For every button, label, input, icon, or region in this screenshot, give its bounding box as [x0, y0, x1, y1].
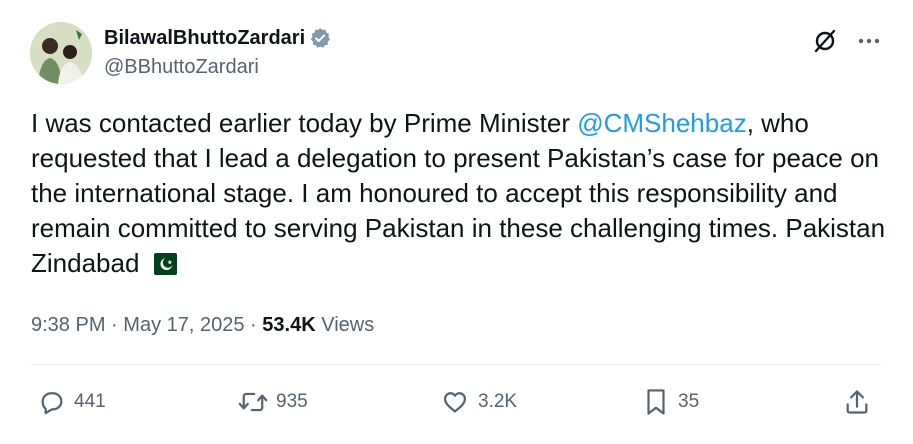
- more-options-icon[interactable]: [858, 38, 880, 44]
- repost-count: 935: [276, 391, 308, 412]
- views-label: Views: [321, 314, 375, 336]
- views-count: 53.4K: [262, 314, 316, 336]
- reply-count: 441: [74, 391, 106, 412]
- repost-button[interactable]: 935: [238, 384, 308, 420]
- mention-link[interactable]: @CMShehbaz: [577, 108, 746, 138]
- like-count: 3.2K: [478, 391, 518, 412]
- author-display-name[interactable]: BilawalBhuttoZardari: [104, 26, 305, 50]
- tweet-text-part-1: I was contacted earlier today by Prime M…: [31, 108, 578, 138]
- author-handle[interactable]: @BBhuttoZardari: [104, 55, 331, 79]
- avatar[interactable]: [30, 22, 92, 84]
- meta-separator: ·: [250, 314, 257, 336]
- reply-icon: [41, 392, 63, 415]
- like-button[interactable]: 3.2K: [440, 384, 517, 420]
- meta-separator: ·: [111, 314, 118, 336]
- top-icons: [812, 28, 880, 54]
- repost-icon: [238, 392, 268, 412]
- bookmark-count: 35: [678, 391, 700, 412]
- pakistan-flag-icon: [147, 249, 178, 275]
- tweet-text: I was contacted earlier today by Prime M…: [31, 106, 891, 281]
- verified-badge-icon: [309, 27, 331, 49]
- share-button[interactable]: [843, 384, 879, 420]
- bookmark-button[interactable]: 35: [642, 384, 699, 420]
- tweet-date[interactable]: May 17, 2025: [123, 314, 244, 336]
- grok-icon[interactable]: [812, 28, 838, 54]
- share-icon: [846, 390, 868, 414]
- reply-button[interactable]: 441: [38, 384, 106, 420]
- tweet-card: BilawalBhuttoZardari @BBhuttoZardari I w…: [0, 0, 913, 444]
- avatar-portrait-icon: [30, 22, 92, 84]
- heart-icon: [443, 392, 467, 413]
- tweet-meta: 9:38 PM · May 17, 2025 · 53.4K Views: [31, 312, 374, 338]
- divider: [31, 364, 882, 365]
- tweet-time[interactable]: 9:38 PM: [31, 314, 105, 336]
- action-bar: 441 935 3.2K 35: [38, 384, 875, 420]
- bookmark-icon: [647, 389, 665, 415]
- author-block: BilawalBhuttoZardari @BBhuttoZardari: [104, 26, 331, 79]
